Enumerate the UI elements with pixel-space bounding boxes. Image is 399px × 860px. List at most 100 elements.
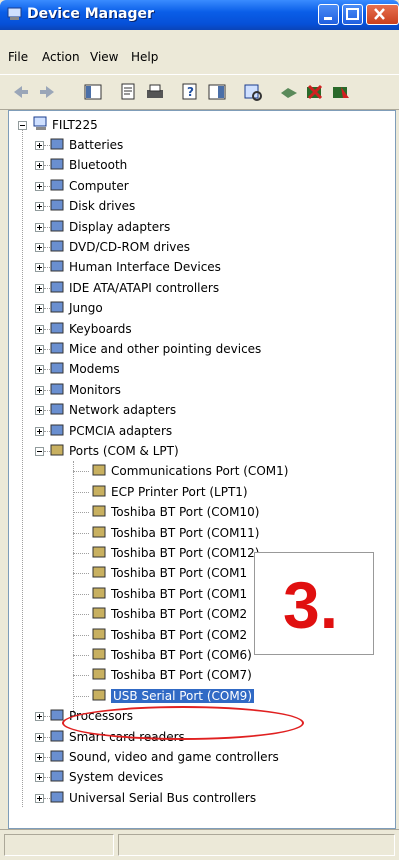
category-universal-serial-bus-controllers[interactable]: Universal Serial Bus controllers — [9, 788, 389, 808]
category-system-devices[interactable]: System devices — [9, 767, 389, 787]
expand-toggle[interactable] — [35, 161, 44, 171]
hid-icon — [50, 260, 64, 272]
port-item[interactable]: Toshiba BT Port (COM11) — [9, 523, 389, 543]
status-cell — [4, 834, 114, 856]
back-icon[interactable] — [10, 81, 32, 103]
pcmcia-icon — [50, 424, 64, 436]
category-display-adapters-label: Display adapters — [69, 219, 171, 234]
menu-help[interactable]: Help — [131, 50, 158, 64]
port-item[interactable]: Toshiba BT Port (COM10) — [9, 502, 389, 522]
expand-toggle[interactable] — [35, 793, 44, 803]
category-bluetooth[interactable]: Bluetooth — [9, 155, 389, 175]
properties-icon[interactable] — [118, 81, 140, 103]
category-keyboards[interactable]: Keyboards — [9, 319, 389, 339]
serial-port-icon — [92, 526, 106, 538]
category-ide-ata-atapi-controllers[interactable]: IDE ATA/ATAPI controllers — [9, 278, 389, 298]
port-item-label: Toshiba BT Port (COM11) — [111, 525, 260, 540]
step-number: 3. — [283, 568, 339, 642]
expand-toggle[interactable] — [35, 732, 44, 742]
expand-toggle[interactable] — [35, 324, 44, 334]
keyboard-icon — [50, 322, 64, 334]
category-display-adapters[interactable]: Display adapters — [9, 217, 389, 237]
serial-port-icon — [92, 464, 106, 476]
smart-card-icon — [50, 730, 64, 742]
help-icon[interactable]: ? — [180, 81, 202, 103]
category-modems[interactable]: Modems — [9, 359, 389, 379]
network-adapter-icon — [50, 403, 64, 415]
category-mice-and-other-pointing-devices[interactable]: Mice and other pointing devices — [9, 339, 389, 359]
monitor-icon — [50, 383, 64, 395]
disk-drive-icon — [50, 199, 64, 211]
expand-toggle[interactable] — [35, 753, 44, 762]
category-disk-drives[interactable]: Disk drives — [9, 196, 389, 216]
category-jungo[interactable]: Jungo — [9, 298, 389, 318]
port-item-label: Toshiba BT Port (COM2 — [111, 627, 248, 642]
serial-port-icon — [92, 566, 106, 578]
port-item-label: Toshiba BT Port (COM1 — [111, 566, 248, 581]
expand-toggle[interactable] — [35, 263, 44, 273]
category-network-adapters[interactable]: Network adapters — [9, 400, 389, 420]
expand-toggle[interactable] — [35, 773, 44, 783]
expand-toggle[interactable] — [35, 283, 44, 293]
jungo-icon — [50, 301, 64, 313]
maximize-button[interactable] — [342, 4, 363, 25]
port-item[interactable]: Communications Port (COM1) — [9, 461, 389, 481]
serial-port-icon — [92, 485, 106, 497]
category-bluetooth-label: Bluetooth — [69, 158, 128, 173]
expand-toggle[interactable] — [35, 243, 44, 252]
category-pcmcia-adapters[interactable]: PCMCIA adapters — [9, 421, 389, 441]
forward-icon[interactable] — [36, 81, 58, 103]
menu-action[interactable]: Action — [42, 50, 80, 64]
category-ports-com-lpt[interactable]: Ports (COM & LPT) — [9, 441, 389, 461]
system-device-icon — [50, 770, 64, 782]
expand-toggle[interactable] — [35, 222, 44, 232]
category-dvd-cd-rom-drives[interactable]: DVD/CD-ROM drives — [9, 237, 389, 257]
disable-device-icon[interactable] — [304, 81, 326, 103]
expand-toggle[interactable] — [35, 202, 44, 212]
category-sound-video-and-game-controllers[interactable]: Sound, video and game controllers — [9, 747, 389, 767]
uninstall-device-icon[interactable] — [330, 81, 352, 103]
dvd-drive-icon — [50, 240, 64, 252]
usb-icon — [50, 791, 64, 803]
menu-file[interactable]: File — [8, 50, 28, 64]
collapse-toggle[interactable] — [18, 121, 27, 130]
port-item[interactable]: Toshiba BT Port (COM7) — [9, 665, 389, 685]
show-hide-console-tree-icon[interactable] — [82, 81, 104, 103]
expand-toggle[interactable] — [35, 141, 44, 150]
category-batteries[interactable]: Batteries — [9, 135, 389, 155]
tree-root-label: FILT225 — [52, 118, 98, 132]
category-computer[interactable]: Computer — [9, 176, 389, 196]
minimize-button[interactable] — [318, 4, 339, 25]
collapse-toggle[interactable] — [35, 447, 44, 456]
expand-toggle[interactable] — [35, 365, 44, 375]
category-network-adapters-label: Network adapters — [69, 403, 177, 418]
serial-port-icon — [92, 607, 106, 619]
expand-toggle[interactable] — [35, 304, 44, 314]
port-item-label: Toshiba BT Port (COM1 — [111, 586, 248, 601]
serial-port-icon — [92, 628, 106, 640]
view-icon[interactable] — [206, 81, 228, 103]
expand-toggle[interactable] — [35, 181, 44, 191]
scan-hardware-icon[interactable] — [242, 81, 264, 103]
expand-toggle[interactable] — [35, 406, 44, 416]
expand-toggle[interactable] — [35, 345, 44, 354]
bluetooth-icon — [50, 158, 64, 170]
category-monitors[interactable]: Monitors — [9, 380, 389, 400]
highlight-ellipse — [62, 706, 304, 740]
device-manager-icon — [7, 7, 22, 20]
expand-toggle[interactable] — [35, 712, 44, 722]
update-driver-icon[interactable] — [278, 81, 300, 103]
status-cell — [118, 834, 395, 856]
status-bar — [0, 829, 399, 860]
serial-port-icon — [92, 689, 106, 701]
expand-toggle[interactable] — [35, 385, 44, 395]
close-button[interactable] — [366, 4, 399, 25]
port-item[interactable]: ECP Printer Port (LPT1) — [9, 482, 389, 502]
port-item[interactable]: USB Serial Port (COM9) — [9, 686, 389, 706]
menu-view[interactable]: View — [90, 50, 118, 64]
print-icon[interactable] — [144, 81, 166, 103]
ide-controller-icon — [50, 281, 64, 293]
category-human-interface-devices[interactable]: Human Interface Devices — [9, 257, 389, 277]
expand-toggle[interactable] — [35, 426, 44, 436]
tree-root[interactable]: FILT225 — [9, 115, 389, 135]
